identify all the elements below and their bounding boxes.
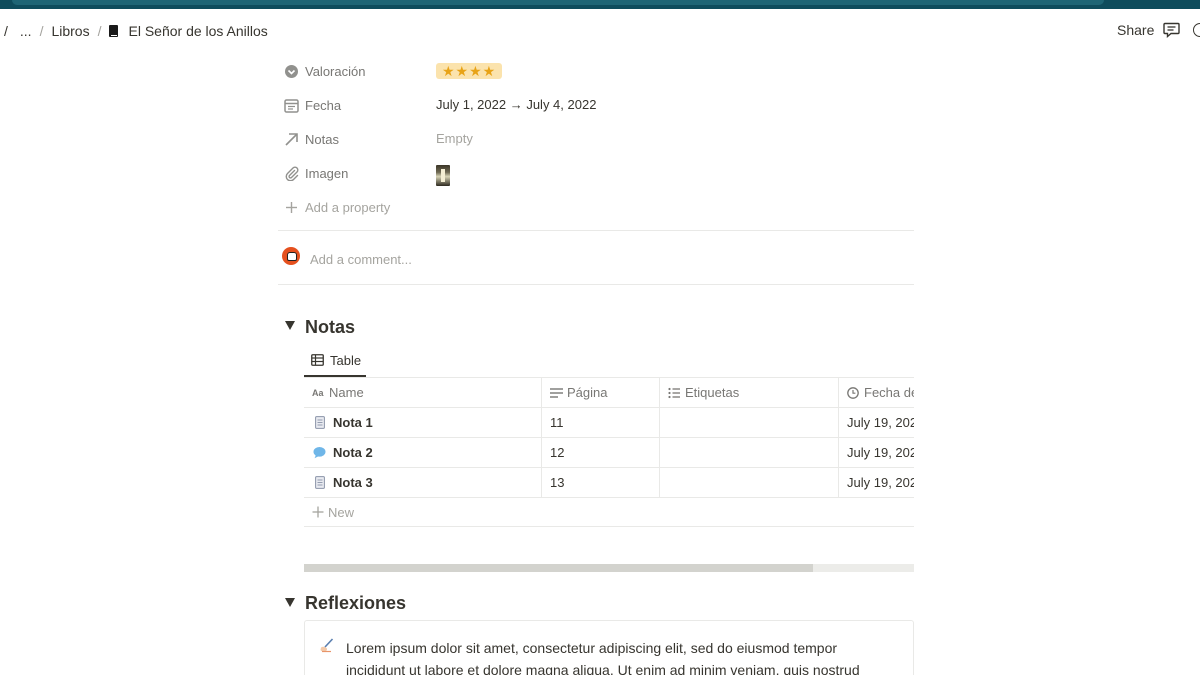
column-header-fecha[interactable]: Fecha de — [839, 378, 914, 408]
share-button[interactable]: Share — [1117, 22, 1154, 38]
breadcrumb-ellipsis[interactable]: ... — [20, 23, 32, 39]
notas-heading: Notas — [305, 317, 356, 337]
relation-value[interactable]: Empty — [436, 131, 473, 146]
plus-icon — [312, 506, 324, 518]
row-pagina: 13 — [550, 475, 565, 490]
add-property-label: Add a property — [305, 200, 391, 215]
row-fecha: July 19, 2022 — [847, 415, 914, 430]
list-icon — [668, 387, 680, 399]
column-header-pagina[interactable]: Página — [542, 378, 660, 408]
page-icon — [315, 476, 325, 489]
property-notas[interactable]: Notas Empty — [280, 122, 914, 156]
property-list: Valoración ★★★★ Fecha July 1, 2022 → Jul… — [280, 54, 914, 224]
row-fecha: July 19, 2022 — [847, 475, 914, 490]
table-icon — [311, 354, 324, 366]
row-pagina: 11 — [550, 415, 564, 430]
tab-label: Table — [330, 353, 362, 368]
new-row-label: New — [328, 505, 355, 520]
text-lines-icon — [550, 388, 563, 398]
avatar — [282, 247, 300, 265]
book-icon — [109, 25, 119, 37]
breadcrumb: / ... / Libros / El Señor de los Anillos — [4, 23, 268, 39]
row-name: Nota 1 — [333, 415, 373, 430]
paperclip-icon — [285, 166, 299, 181]
breadcrumb-parent[interactable]: Libros — [51, 23, 89, 39]
rating-stars[interactable]: ★★★★ — [436, 63, 503, 79]
text-type-icon: Aa — [312, 388, 324, 398]
divider — [278, 230, 914, 231]
arrow-icon — [285, 133, 298, 146]
date-range-value[interactable]: July 1, 2022 → July 4, 2022 — [436, 97, 596, 112]
add-comment-input[interactable]: Add a comment... — [310, 252, 412, 267]
column-header-name[interactable]: Aa Name — [304, 378, 542, 408]
page-icon — [315, 416, 325, 429]
toggle-triangle-icon[interactable] — [285, 598, 295, 607]
table-row[interactable]: Nota 2 12 July 19, 2022 — [304, 438, 914, 468]
notas-table: Aa Name Página Etiquetas Fecha de Nota 1… — [304, 378, 914, 528]
row-name: Nota 3 — [333, 475, 373, 490]
comment-icon[interactable] — [1163, 22, 1180, 38]
table-header-row: Aa Name Página Etiquetas Fecha de — [304, 378, 914, 408]
window-tab-strip — [12, 0, 1104, 5]
more-options-icon[interactable] — [1193, 23, 1200, 37]
callout-text: Lorem ipsum dolor sit amet, consectetur … — [346, 640, 860, 675]
row-name: Nota 2 — [333, 445, 373, 460]
row-pagina: 12 — [550, 445, 565, 460]
property-imagen[interactable]: Imagen — [280, 156, 914, 190]
property-name: Notas — [305, 132, 339, 147]
divider — [278, 284, 914, 285]
callout-block[interactable]: Lorem ipsum dolor sit amet, consectetur … — [304, 620, 914, 675]
speech-bubble-icon — [313, 447, 326, 459]
writing-hand-icon — [320, 638, 334, 653]
tab-table[interactable]: Table — [304, 346, 366, 377]
property-name: Imagen — [305, 166, 349, 181]
property-name: Fecha — [305, 98, 342, 113]
toggle-triangle-icon[interactable] — [285, 321, 295, 330]
column-header-etiquetas[interactable]: Etiquetas — [660, 378, 839, 408]
row-fecha: July 19, 2022 — [847, 445, 914, 460]
breadcrumb-current[interactable]: El Señor de los Anillos — [128, 23, 267, 39]
table-row[interactable]: Nota 3 13 July 19, 2022 — [304, 468, 914, 498]
property-fecha[interactable]: Fecha July 1, 2022 → July 4, 2022 — [280, 88, 914, 122]
clock-icon — [847, 387, 859, 399]
image-thumbnail[interactable] — [436, 165, 450, 186]
property-name: Valoración — [305, 64, 366, 79]
calendar-icon — [284, 99, 299, 113]
reflexiones-heading: Reflexiones — [305, 593, 407, 613]
table-row[interactable]: Nota 1 11 July 19, 2022 — [304, 408, 914, 438]
new-row-button[interactable]: New — [304, 498, 914, 527]
horizontal-scrollbar-thumb[interactable] — [304, 564, 813, 572]
property-valoracion[interactable]: Valoración ★★★★ — [280, 54, 914, 88]
window-top-band — [0, 0, 1200, 9]
breadcrumb-root: / — [4, 23, 8, 39]
top-bar: / ... / Libros / El Señor de los Anillos… — [0, 9, 1200, 53]
add-property-button[interactable]: Add a property — [280, 190, 914, 224]
plus-icon — [286, 202, 297, 213]
status-icon — [285, 65, 298, 78]
